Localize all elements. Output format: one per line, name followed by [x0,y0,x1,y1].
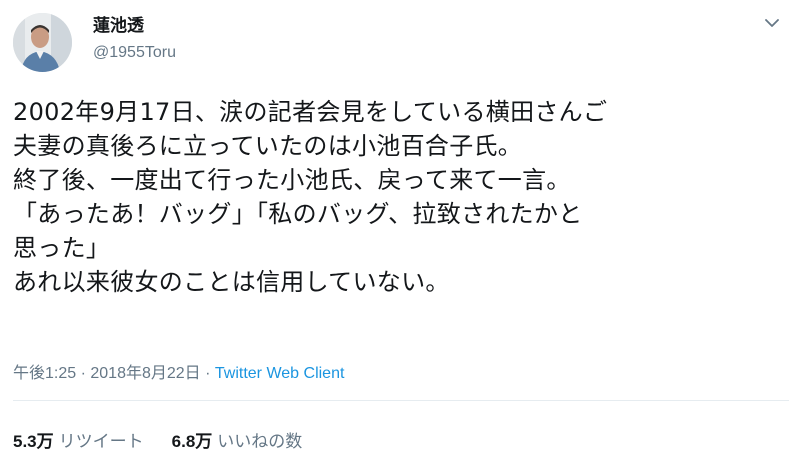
likes-stat[interactable]: 6.8万 いいねの数 [172,428,303,456]
tweet-text-line: 終了後、一度出て行った小池氏、戻って来て一言。 [13,166,571,194]
meta-separator: · [200,365,215,382]
divider [13,400,789,401]
tweet-stats: 5.3万 リツイート 6.8万 いいねの数 [13,428,330,456]
tweet-text-line: 思った」 [13,234,111,262]
tweet-text-line: 夫妻の真後ろに立っていたのは小池百合子氏。 [13,132,523,160]
tweet-time[interactable]: 午後1:25 [13,365,76,382]
meta-separator: · [76,365,91,382]
user-handle[interactable]: @1955Toru [93,42,176,64]
retweets-label: リツイート [58,432,144,452]
tweet-text: 2002年9月17日、涙の記者会見をしている横田さんご 夫妻の真後ろに立っていた… [13,95,789,299]
chevron-down-icon [765,18,779,27]
tweet-source-link[interactable]: Twitter Web Client [215,365,345,382]
profile-photo-icon [13,13,72,72]
likes-count: 6.8万 [171,432,213,451]
tweet-date[interactable]: 2018年8月22日 [90,365,200,382]
tweet-metadata: 午後1:25 · 2018年8月22日 · Twitter Web Client [13,362,344,386]
more-options-button[interactable] [761,13,783,33]
user-meta: 蓮池透 @1955Toru [93,15,176,64]
tweet-header: 蓮池透 @1955Toru [13,13,787,73]
retweets-count: 5.3万 [13,432,54,451]
likes-label: いいねの数 [217,432,303,452]
tweet-text-line: 2002年9月17日、涙の記者会見をしている横田さんご [13,98,608,126]
avatar[interactable] [13,13,72,72]
tweet-text-line: あれ以来彼女のことは信用していない。 [13,268,450,296]
display-name[interactable]: 蓮池透 [93,15,176,37]
tweet-text-line: 「あったあ！バッグ」「私のバッグ、拉致されたかと [13,200,583,228]
retweets-stat[interactable]: 5.3万 リツイート [13,428,144,456]
